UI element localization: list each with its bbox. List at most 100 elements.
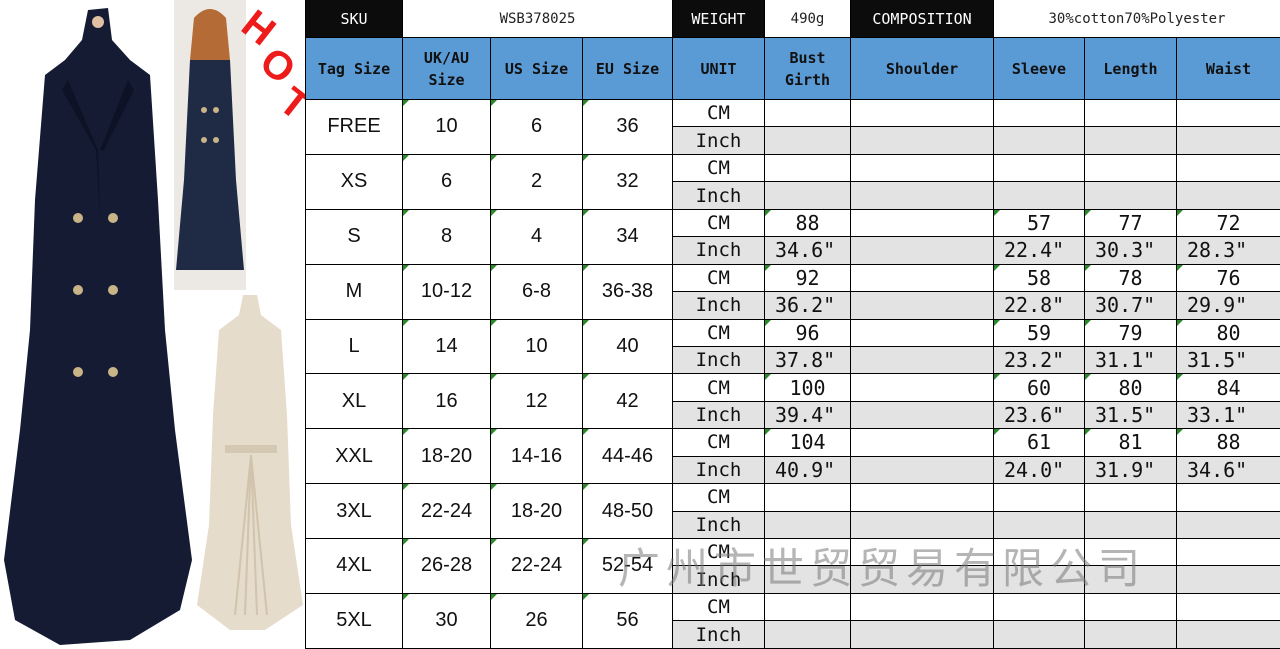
weight-label: WEIGHT	[673, 0, 765, 38]
us-size-cell: 6-8	[491, 264, 583, 320]
length-inch-cell: 31.9"	[1085, 456, 1177, 485]
unit-cm-cell: CM	[673, 539, 765, 567]
sleeve-cm-cell	[994, 100, 1085, 128]
length-cm-cell	[1085, 100, 1177, 128]
unit-inch-cell: Inch	[673, 346, 765, 375]
tag-size-cell: XS	[306, 154, 403, 210]
us-size-cell: 14-16	[491, 429, 583, 485]
bust-inch-cell: 39.4"	[765, 401, 851, 430]
waist-cm-cell	[1177, 100, 1280, 128]
uk-au-size-cell: 26-28	[403, 539, 491, 594]
tag-size-cell: 4XL	[306, 539, 403, 594]
eu-size-cell: 36-38	[583, 264, 673, 320]
waist-inch-cell	[1177, 127, 1280, 155]
unit-cm-cell: CM	[673, 209, 765, 238]
col-us-size: US Size	[491, 38, 583, 100]
model-photo	[174, 0, 246, 290]
bust-cm-cell	[765, 484, 851, 512]
eu-size-cell: 32	[583, 154, 673, 210]
sleeve-cm-cell	[994, 484, 1085, 512]
unit-inch-cell: Inch	[673, 237, 765, 265]
sleeve-inch-cell: 22.8"	[994, 292, 1085, 320]
unit-cm-cell: CM	[673, 429, 765, 457]
unit-cm-cell: CM	[673, 484, 765, 512]
col-length: Length	[1085, 38, 1177, 100]
unit-inch-cell: Inch	[673, 292, 765, 320]
col-shoulder: Shoulder	[851, 38, 994, 100]
bust-cm-cell	[765, 539, 851, 567]
bust-cm-cell: 100	[765, 374, 851, 402]
sleeve-cm-cell: 61	[994, 429, 1085, 457]
waist-inch-cell: 34.6"	[1177, 456, 1280, 485]
uk-au-size-cell: 10	[403, 100, 491, 155]
eu-size-cell: 48-50	[583, 484, 673, 539]
waist-cm-cell: 80	[1177, 319, 1280, 347]
bust-inch-cell: 37.8"	[765, 346, 851, 375]
uk-au-size-cell: 16	[403, 374, 491, 430]
unit-inch-cell: Inch	[673, 456, 765, 485]
sleeve-inch-cell: 22.4"	[994, 237, 1085, 265]
col-bust-girth: Bust Girth	[765, 38, 851, 100]
sleeve-cm-cell: 59	[994, 319, 1085, 347]
waist-cm-cell	[1177, 593, 1280, 622]
waist-cm-cell: 88	[1177, 429, 1280, 457]
eu-size-cell: 42	[583, 374, 673, 430]
uk-au-size-cell: 22-24	[403, 484, 491, 539]
beige-coat-image	[195, 295, 305, 635]
sleeve-inch-cell	[994, 621, 1085, 649]
bust-cm-cell: 88	[765, 209, 851, 238]
length-cm-cell	[1085, 593, 1177, 622]
sleeve-cm-cell	[994, 154, 1085, 183]
length-cm-cell: 80	[1085, 374, 1177, 402]
sleeve-inch-cell	[994, 511, 1085, 539]
col-eu-size: EU Size	[583, 38, 673, 100]
navy-coat-image	[0, 0, 200, 649]
shoulder-inch-cell	[851, 237, 994, 265]
tag-size-cell: XL	[306, 374, 403, 430]
shoulder-cm-cell	[851, 100, 994, 128]
sleeve-cm-cell: 60	[994, 374, 1085, 402]
waist-inch-cell	[1177, 182, 1280, 210]
length-cm-cell: 78	[1085, 264, 1177, 293]
eu-size-cell: 56	[583, 593, 673, 649]
waist-inch-cell	[1177, 566, 1280, 594]
length-inch-cell	[1085, 182, 1177, 210]
sleeve-inch-cell: 23.2"	[994, 346, 1085, 375]
col-tag-size: Tag Size	[306, 38, 403, 100]
length-cm-cell	[1085, 484, 1177, 512]
length-cm-cell	[1085, 154, 1177, 183]
uk-au-size-cell: 14	[403, 319, 491, 375]
unit-cm-cell: CM	[673, 154, 765, 183]
shoulder-inch-cell	[851, 127, 994, 155]
bust-inch-cell	[765, 511, 851, 539]
unit-inch-cell: Inch	[673, 566, 765, 594]
composition-value: 30%cotton70%Polyester	[994, 0, 1280, 38]
shoulder-inch-cell	[851, 456, 994, 485]
composition-label: COMPOSITION	[851, 0, 994, 38]
shoulder-cm-cell	[851, 319, 994, 347]
length-inch-cell: 30.7"	[1085, 292, 1177, 320]
sleeve-inch-cell: 23.6"	[994, 401, 1085, 430]
unit-inch-cell: Inch	[673, 621, 765, 649]
sleeve-cm-cell: 57	[994, 209, 1085, 238]
tag-size-cell: M	[306, 264, 403, 320]
length-cm-cell: 81	[1085, 429, 1177, 457]
shoulder-cm-cell	[851, 264, 994, 293]
shoulder-cm-cell	[851, 154, 994, 183]
shoulder-cm-cell	[851, 429, 994, 457]
uk-au-size-cell: 8	[403, 209, 491, 265]
uk-au-size-cell: 30	[403, 593, 491, 649]
length-cm-cell	[1085, 539, 1177, 567]
length-inch-cell: 30.3"	[1085, 237, 1177, 265]
length-inch-cell	[1085, 511, 1177, 539]
bust-inch-cell: 40.9"	[765, 456, 851, 485]
sleeve-inch-cell	[994, 182, 1085, 210]
waist-cm-cell	[1177, 539, 1280, 567]
eu-size-cell: 40	[583, 319, 673, 375]
unit-inch-cell: Inch	[673, 127, 765, 155]
length-cm-cell: 79	[1085, 319, 1177, 347]
waist-cm-cell	[1177, 154, 1280, 183]
tag-size-cell: S	[306, 209, 403, 265]
bust-cm-cell: 104	[765, 429, 851, 457]
waist-cm-cell: 72	[1177, 209, 1280, 238]
